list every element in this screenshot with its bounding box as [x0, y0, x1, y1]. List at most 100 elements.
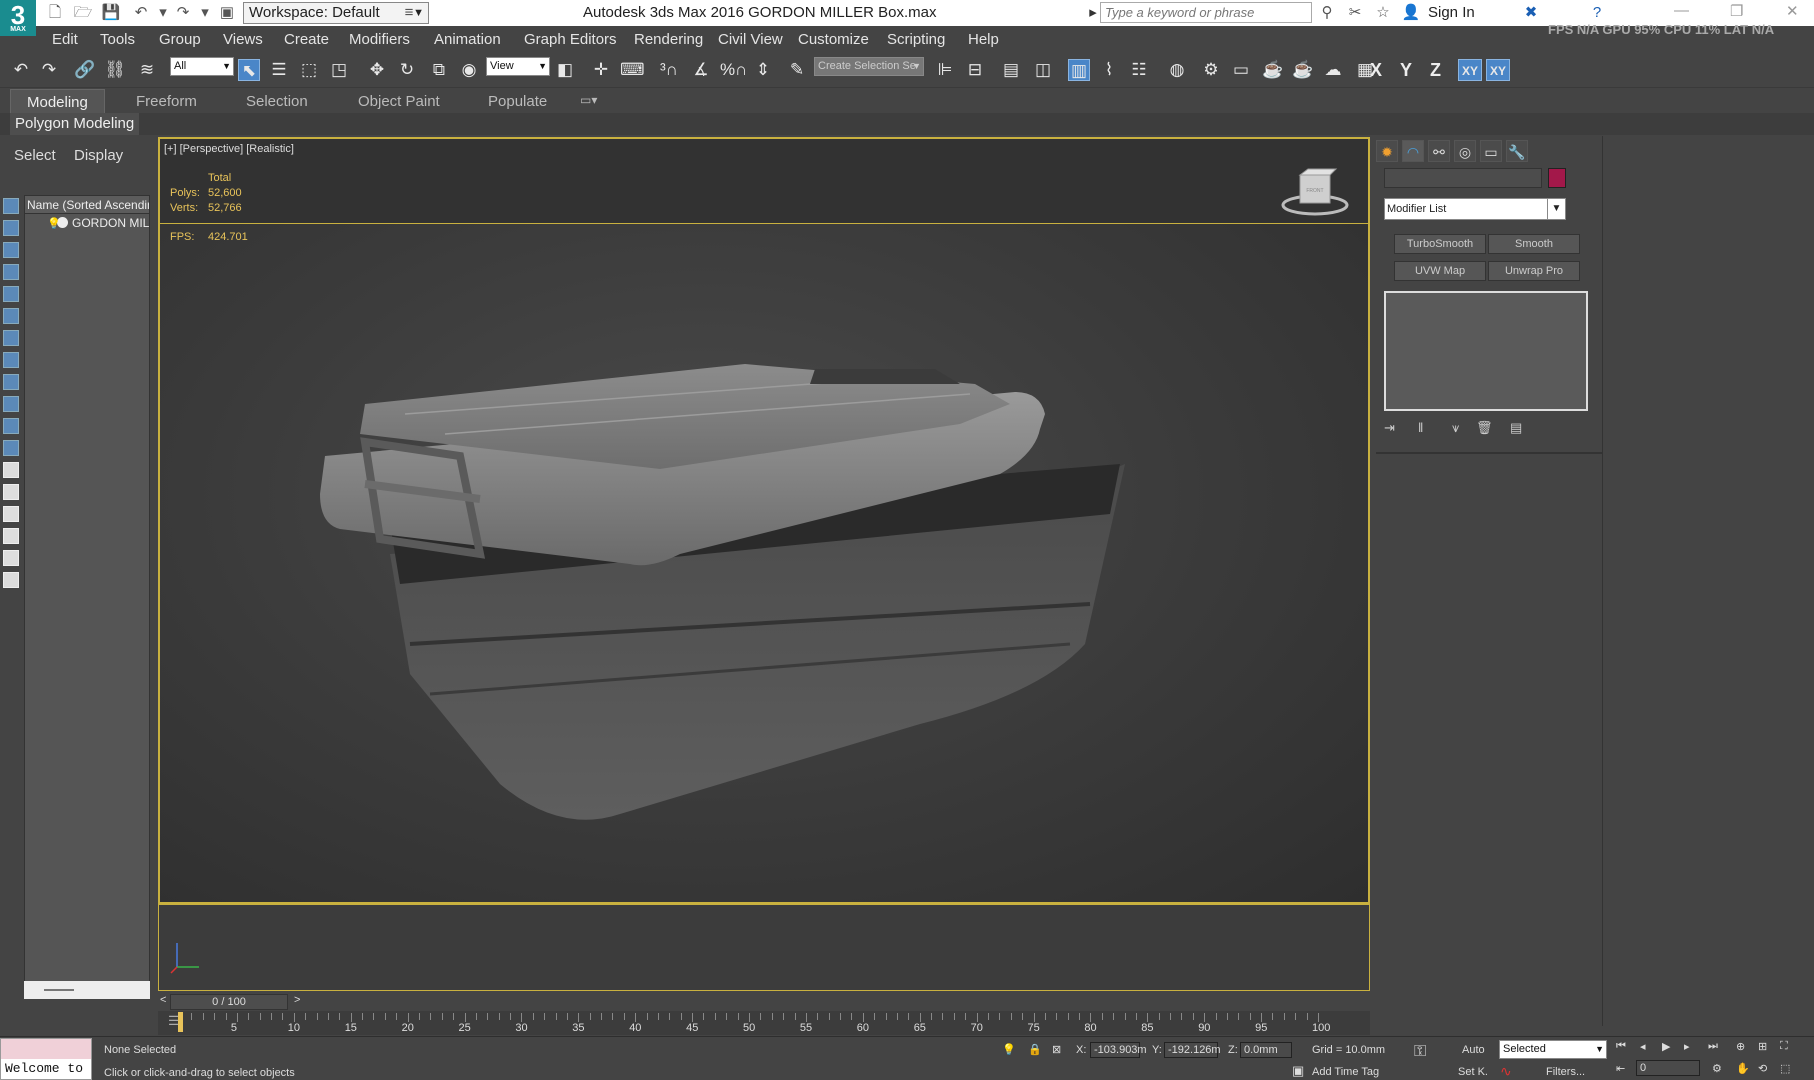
selection-lock-icon[interactable]: 🔒: [1028, 1043, 1042, 1056]
next-frame-button[interactable]: >: [294, 994, 300, 1006]
render-in-cloud-icon[interactable]: ☁: [1322, 59, 1344, 81]
mirror-icon[interactable]: ⊫: [934, 59, 956, 81]
link-icon[interactable]: 🔗: [74, 59, 96, 81]
display-groups-icon[interactable]: [3, 330, 19, 346]
minimize-icon[interactable]: —: [1674, 2, 1689, 19]
display-cameras-icon[interactable]: [3, 264, 19, 280]
explorer-options-icon[interactable]: [3, 572, 19, 588]
modify-tab-icon[interactable]: ◠: [1402, 140, 1424, 162]
menu-edit[interactable]: Edit: [52, 31, 78, 48]
render-iterative-icon[interactable]: ☕: [1292, 59, 1314, 81]
perspective-viewport[interactable]: [+] [Perspective] [Realistic] Total Poly…: [158, 137, 1370, 905]
restore-icon[interactable]: ❐: [1730, 2, 1743, 20]
display-lights-icon[interactable]: [3, 242, 19, 258]
rotate-icon[interactable]: ↻: [396, 59, 418, 81]
help-icon[interactable]: ?: [1586, 3, 1608, 23]
rectangular-selection-icon[interactable]: ⬚: [298, 59, 320, 81]
axis-xy-cycle-button[interactable]: XY: [1486, 59, 1510, 81]
menu-scripting[interactable]: Scripting: [887, 31, 945, 48]
new-file-icon[interactable]: 🗋: [44, 3, 66, 23]
redo-icon[interactable]: ↷: [172, 3, 194, 23]
project-folder-icon[interactable]: ▣: [216, 3, 238, 23]
column-header-name[interactable]: Name (Sorted Ascending): [25, 196, 149, 214]
menu-graph-editors[interactable]: Graph Editors: [524, 31, 617, 48]
undo-icon[interactable]: ↶: [10, 59, 32, 81]
bind-space-warp-icon[interactable]: ≋: [136, 59, 158, 81]
object-name-field[interactable]: [1384, 168, 1542, 188]
zoom-icon[interactable]: ⊞: [1758, 1040, 1767, 1053]
rendered-frame-window-icon[interactable]: ▭: [1230, 59, 1252, 81]
display-helpers-icon[interactable]: [3, 286, 19, 302]
reference-coordinate-dropdown[interactable]: View ▼: [486, 57, 550, 76]
go-to-start-icon[interactable]: ⏮: [1616, 1040, 1626, 1053]
select-by-name-icon[interactable]: ☰: [268, 59, 290, 81]
modifier-list-dropdown[interactable]: Modifier List ▼: [1384, 198, 1566, 220]
explorer-scrollbar[interactable]: [24, 981, 150, 999]
display-geometry-icon[interactable]: [3, 198, 19, 214]
unlink-icon[interactable]: ⛓: [104, 59, 126, 81]
display-space-warps-icon[interactable]: [3, 308, 19, 324]
configure-modifier-sets-icon[interactable]: ▤: [1510, 420, 1522, 436]
orbit-icon[interactable]: ⟲: [1758, 1062, 1767, 1075]
display-tab-icon[interactable]: ▭: [1480, 140, 1502, 162]
show-end-result-icon[interactable]: ‖: [1418, 420, 1423, 435]
open-file-icon[interactable]: 🗁: [72, 3, 94, 23]
light-bulb-icon[interactable]: 💡: [47, 217, 61, 230]
display-frozen-icon[interactable]: [3, 418, 19, 434]
favorites-star-icon[interactable]: ☆: [1372, 3, 1394, 23]
time-slider-thumb[interactable]: 0 / 100: [170, 994, 288, 1010]
absolute-mode-icon[interactable]: ⊠: [1052, 1043, 1061, 1056]
layer-manager-icon[interactable]: ▤: [1000, 59, 1022, 81]
menu-animation[interactable]: Animation: [434, 31, 501, 48]
search-input[interactable]: Type a keyword or phrase: [1100, 2, 1312, 23]
make-unique-icon[interactable]: ⩛: [1452, 420, 1459, 436]
pivot-center-icon[interactable]: ◧: [554, 59, 576, 81]
maxscript-listener-mini[interactable]: Welcome to: [0, 1038, 92, 1080]
invert-display-icon[interactable]: [3, 506, 19, 522]
create-tab-icon[interactable]: ✹: [1376, 140, 1398, 162]
pin-stack-icon[interactable]: ⇥: [1384, 420, 1395, 436]
user-icon[interactable]: 👤: [1400, 3, 1422, 23]
close-icon[interactable]: ✕: [1786, 2, 1799, 20]
redo-icon[interactable]: ↷: [38, 59, 60, 81]
axis-y-button[interactable]: Y: [1400, 60, 1412, 81]
percent-snap-icon[interactable]: %∩: [720, 59, 747, 81]
uvw-map-button[interactable]: UVW Map: [1394, 261, 1486, 281]
ribbon-tab-modeling[interactable]: Modeling: [10, 89, 105, 113]
menu-overflow-icon[interactable]: ≡: [398, 3, 420, 23]
time-tag-icon[interactable]: ▣: [1292, 1063, 1304, 1079]
display-shapes-icon[interactable]: [3, 220, 19, 236]
display-hidden-icon[interactable]: [3, 440, 19, 456]
ribbon-tab-selection[interactable]: Selection: [246, 93, 308, 110]
select-manipulate-icon[interactable]: ✛: [590, 59, 612, 81]
menu-create[interactable]: Create: [284, 31, 329, 48]
box-model[interactable]: [160, 224, 1370, 904]
key-mode-icon[interactable]: ⇤: [1616, 1062, 1625, 1075]
display-all-icon[interactable]: [3, 462, 19, 478]
object-color-swatch[interactable]: [1548, 168, 1566, 188]
axis-z-button[interactable]: Z: [1430, 60, 1441, 81]
bottom-viewport-area[interactable]: [158, 905, 1370, 991]
auto-key-button[interactable]: Auto: [1462, 1044, 1485, 1056]
x-coordinate-field[interactable]: -103.903m: [1090, 1042, 1147, 1058]
ribbon-tab-freeform[interactable]: Freeform: [136, 93, 197, 110]
previous-frame-icon[interactable]: ◂: [1640, 1040, 1646, 1053]
z-coordinate-field[interactable]: 0.0mm: [1240, 1042, 1292, 1058]
save-file-icon[interactable]: 💾: [100, 3, 122, 23]
binoculars-icon[interactable]: ⚲: [1316, 3, 1338, 23]
y-coordinate-field[interactable]: -192.126m: [1164, 1042, 1221, 1058]
axis-xy-button[interactable]: XY: [1458, 59, 1482, 81]
display-none-icon[interactable]: [3, 484, 19, 500]
viewport-label-menu[interactable]: [+] [Perspective] [Realistic]: [164, 143, 294, 155]
keyboard-shortcut-override-icon[interactable]: ⌨: [620, 59, 645, 81]
schematic-view-icon[interactable]: ☷: [1128, 59, 1150, 81]
menu-rendering[interactable]: Rendering: [634, 31, 703, 48]
placement-icon[interactable]: ◉: [458, 59, 480, 81]
menu-customize[interactable]: Customize: [798, 31, 869, 48]
go-to-end-icon[interactable]: ⏭: [1708, 1040, 1718, 1053]
menu-modifiers[interactable]: Modifiers: [349, 31, 410, 48]
track-bar[interactable]: ☰ 5 10 15 20 25 30 35 40 45 50 55 60 65 70 75 80 85 90 95 1…: [158, 1011, 1370, 1035]
scale-icon[interactable]: ⧉: [428, 59, 450, 81]
hierarchy-tab-icon[interactable]: ⚯: [1428, 140, 1450, 162]
named-selection-set-dropdown[interactable]: Create Selection Se ▼: [814, 57, 924, 76]
